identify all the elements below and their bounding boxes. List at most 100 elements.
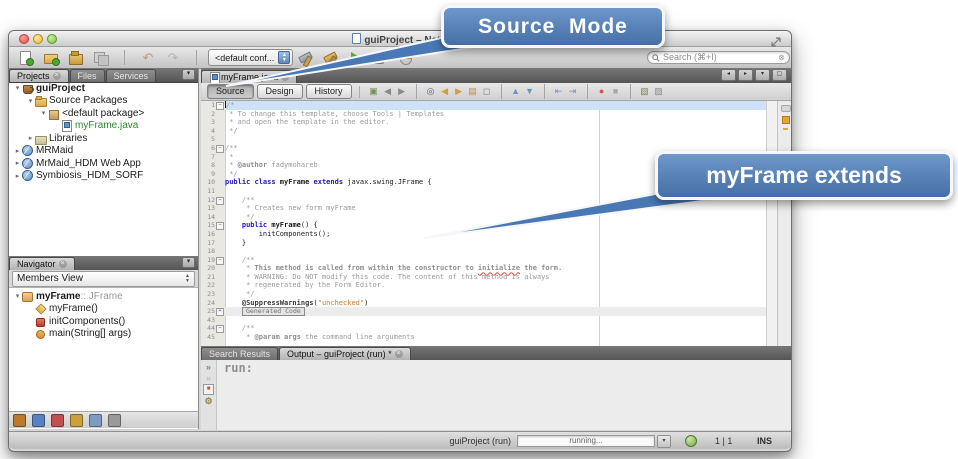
back-icon[interactable]: ◀ bbox=[381, 85, 395, 98]
find-icon[interactable]: ◎ bbox=[424, 85, 438, 98]
record-macro-icon[interactable]: ● bbox=[595, 85, 609, 98]
rerun-stale-icon[interactable]: » bbox=[206, 373, 211, 383]
clean-build-icon[interactable] bbox=[322, 50, 340, 66]
tree-item[interactable]: main(String[] args) bbox=[9, 328, 198, 341]
tab-search-results[interactable]: Search Results bbox=[201, 347, 279, 360]
forward-icon[interactable]: ▶ bbox=[395, 85, 409, 98]
undo-icon[interactable]: ↶ bbox=[139, 50, 157, 66]
save-all-icon[interactable] bbox=[92, 50, 110, 66]
show-inherited-icon[interactable] bbox=[13, 413, 26, 427]
fold-marker-icon[interactable]: − bbox=[215, 324, 225, 334]
highlight-icon[interactable]: ▤ bbox=[466, 85, 480, 98]
progress-dropdown-icon[interactable]: ▾ bbox=[657, 435, 671, 448]
tab-projects[interactable]: Projects × bbox=[9, 69, 69, 82]
expand-arrow-icon[interactable]: ▸ bbox=[26, 134, 35, 142]
find-next-icon[interactable]: ▶ bbox=[452, 85, 466, 98]
expand-arrow-icon[interactable]: ▾ bbox=[26, 97, 35, 105]
comment-icon[interactable]: ▧ bbox=[638, 85, 652, 98]
tree-item[interactable]: ▸ MrMaid_HDM Web App bbox=[9, 157, 198, 170]
minimize-panel-icon[interactable]: ▾ bbox=[182, 257, 195, 268]
stop-run-icon[interactable]: ■ bbox=[203, 384, 214, 395]
quick-search-input[interactable]: Search (⌘+I) ⊗ bbox=[647, 51, 790, 64]
error-stripe-status-icon[interactable] bbox=[781, 105, 791, 112]
shift-left-icon[interactable]: ⇤ bbox=[552, 85, 566, 98]
redo-icon[interactable]: ↷ bbox=[164, 50, 182, 66]
profile-icon[interactable] bbox=[397, 50, 415, 66]
debug-icon[interactable] bbox=[372, 50, 390, 66]
tree-item[interactable]: ▸ MRMaid bbox=[9, 145, 198, 158]
new-file-icon[interactable] bbox=[17, 50, 35, 66]
tree-item[interactable]: ▸ Libraries bbox=[9, 132, 198, 145]
projects-tree[interactable]: ▾ guiProject ▾ Source Packages ▾ <default pac… bbox=[9, 82, 198, 182]
tab-output[interactable]: Output – guiProject (run) * × bbox=[279, 347, 411, 360]
tree-item[interactable]: ▸ Symbiosis_HDM_SORF bbox=[9, 170, 198, 183]
find-previous-icon[interactable]: ◀ bbox=[438, 85, 452, 98]
fold-marker-icon[interactable]: − bbox=[215, 256, 225, 265]
tree-item[interactable]: myFrame.java bbox=[9, 120, 198, 133]
source-view-button[interactable]: Source bbox=[207, 84, 254, 99]
run-settings-icon[interactable]: ⚙ bbox=[204, 396, 212, 406]
sort-source-icon[interactable] bbox=[108, 413, 121, 427]
select-in-icon[interactable]: ◻ bbox=[480, 85, 494, 98]
expand-arrow-icon[interactable]: ▾ bbox=[13, 84, 22, 92]
close-tab-icon[interactable]: × bbox=[52, 72, 61, 80]
title-bar[interactable]: guiProject – NetB bbox=[9, 31, 791, 47]
uncomment-icon[interactable]: ▨ bbox=[652, 85, 666, 98]
minimize-panel-icon[interactable]: ▾ bbox=[182, 69, 195, 80]
expand-arrow-icon[interactable]: ▸ bbox=[13, 147, 22, 155]
expand-arrow-icon[interactable]: ▸ bbox=[13, 159, 22, 167]
tab-files[interactable]: Files bbox=[69, 69, 105, 82]
tab-list-icon[interactable]: ▾ bbox=[755, 69, 770, 81]
maximize-editor-icon[interactable]: ▢ bbox=[772, 69, 787, 81]
expand-arrow-icon[interactable]: ▾ bbox=[13, 292, 22, 300]
tree-item[interactable]: initComponents() bbox=[9, 315, 198, 328]
stop-macro-icon[interactable]: ■ bbox=[609, 85, 623, 98]
tree-item[interactable]: ▾ <default package> bbox=[9, 107, 198, 120]
fold-marker-icon[interactable]: + bbox=[215, 307, 225, 317]
open-project-icon[interactable] bbox=[67, 50, 85, 66]
fold-marker-icon[interactable]: − bbox=[215, 221, 225, 231]
tree-item[interactable]: ▾ Source Packages bbox=[9, 95, 198, 108]
shift-right-icon[interactable]: ⇥ bbox=[566, 85, 580, 98]
code-text: /** bbox=[225, 324, 255, 333]
show-fields-icon[interactable] bbox=[32, 413, 45, 427]
previous-occurrence-icon[interactable]: ▲ bbox=[509, 85, 523, 98]
warning-mark-icon[interactable] bbox=[782, 116, 790, 124]
tab-myframe-java[interactable]: myFrame.java × bbox=[201, 70, 298, 84]
sort-alpha-icon[interactable] bbox=[89, 413, 102, 427]
close-tab-icon[interactable]: × bbox=[58, 260, 67, 268]
warning-line-icon[interactable] bbox=[783, 128, 788, 130]
close-tab-icon[interactable]: × bbox=[281, 73, 290, 81]
new-project-icon[interactable] bbox=[42, 50, 60, 66]
expand-panes-icon[interactable] bbox=[771, 37, 781, 47]
rerun-icon[interactable]: » bbox=[206, 362, 211, 372]
build-icon[interactable] bbox=[297, 50, 315, 66]
history-view-button[interactable]: History bbox=[305, 84, 352, 99]
tab-navigator[interactable]: Navigator × bbox=[9, 257, 75, 270]
navigator-tree[interactable]: ▾ myFrame :: JFrame myFrame() initComponent… bbox=[9, 290, 198, 340]
configuration-dropdown[interactable]: <default conf... ▲ ▼ bbox=[208, 49, 294, 66]
fold-marker-icon[interactable]: − bbox=[215, 101, 225, 110]
tree-item[interactable]: ▾ guiProject bbox=[9, 82, 198, 95]
close-tab-icon[interactable]: × bbox=[394, 350, 403, 358]
tree-item[interactable]: ▾ myFrame :: JFrame bbox=[9, 290, 198, 303]
screenshot-stage: guiProject – NetB ↶ ↷ <default conf... ▲ ▼… bbox=[0, 0, 958, 459]
scroll-tabs-left-icon[interactable]: ◂ bbox=[721, 69, 736, 81]
fold-marker-icon[interactable]: − bbox=[215, 144, 225, 153]
run-icon[interactable] bbox=[347, 50, 365, 66]
tab-services[interactable]: Services bbox=[105, 69, 157, 82]
next-occurrence-icon[interactable]: ▼ bbox=[523, 85, 537, 98]
fold-marker-icon[interactable]: − bbox=[215, 196, 225, 205]
design-view-button[interactable]: Design bbox=[256, 84, 303, 99]
expand-arrow-icon[interactable]: ▾ bbox=[39, 109, 48, 117]
show-non-public-icon[interactable] bbox=[70, 413, 83, 427]
last-edit-icon[interactable]: ▣ bbox=[367, 85, 381, 98]
code-editor[interactable]: 1−/* 2 * To change this template, choose … bbox=[201, 101, 791, 346]
scroll-tabs-right-icon[interactable]: ▸ bbox=[738, 69, 753, 81]
status-project-label: guiProject (run) bbox=[449, 436, 511, 446]
clear-search-icon[interactable]: ⊗ bbox=[778, 53, 785, 62]
show-static-icon[interactable] bbox=[51, 413, 64, 427]
members-view-dropdown[interactable]: Members View ▲ ▼ bbox=[12, 270, 195, 287]
tree-item[interactable]: myFrame() bbox=[9, 303, 198, 316]
expand-arrow-icon[interactable]: ▸ bbox=[13, 172, 22, 180]
